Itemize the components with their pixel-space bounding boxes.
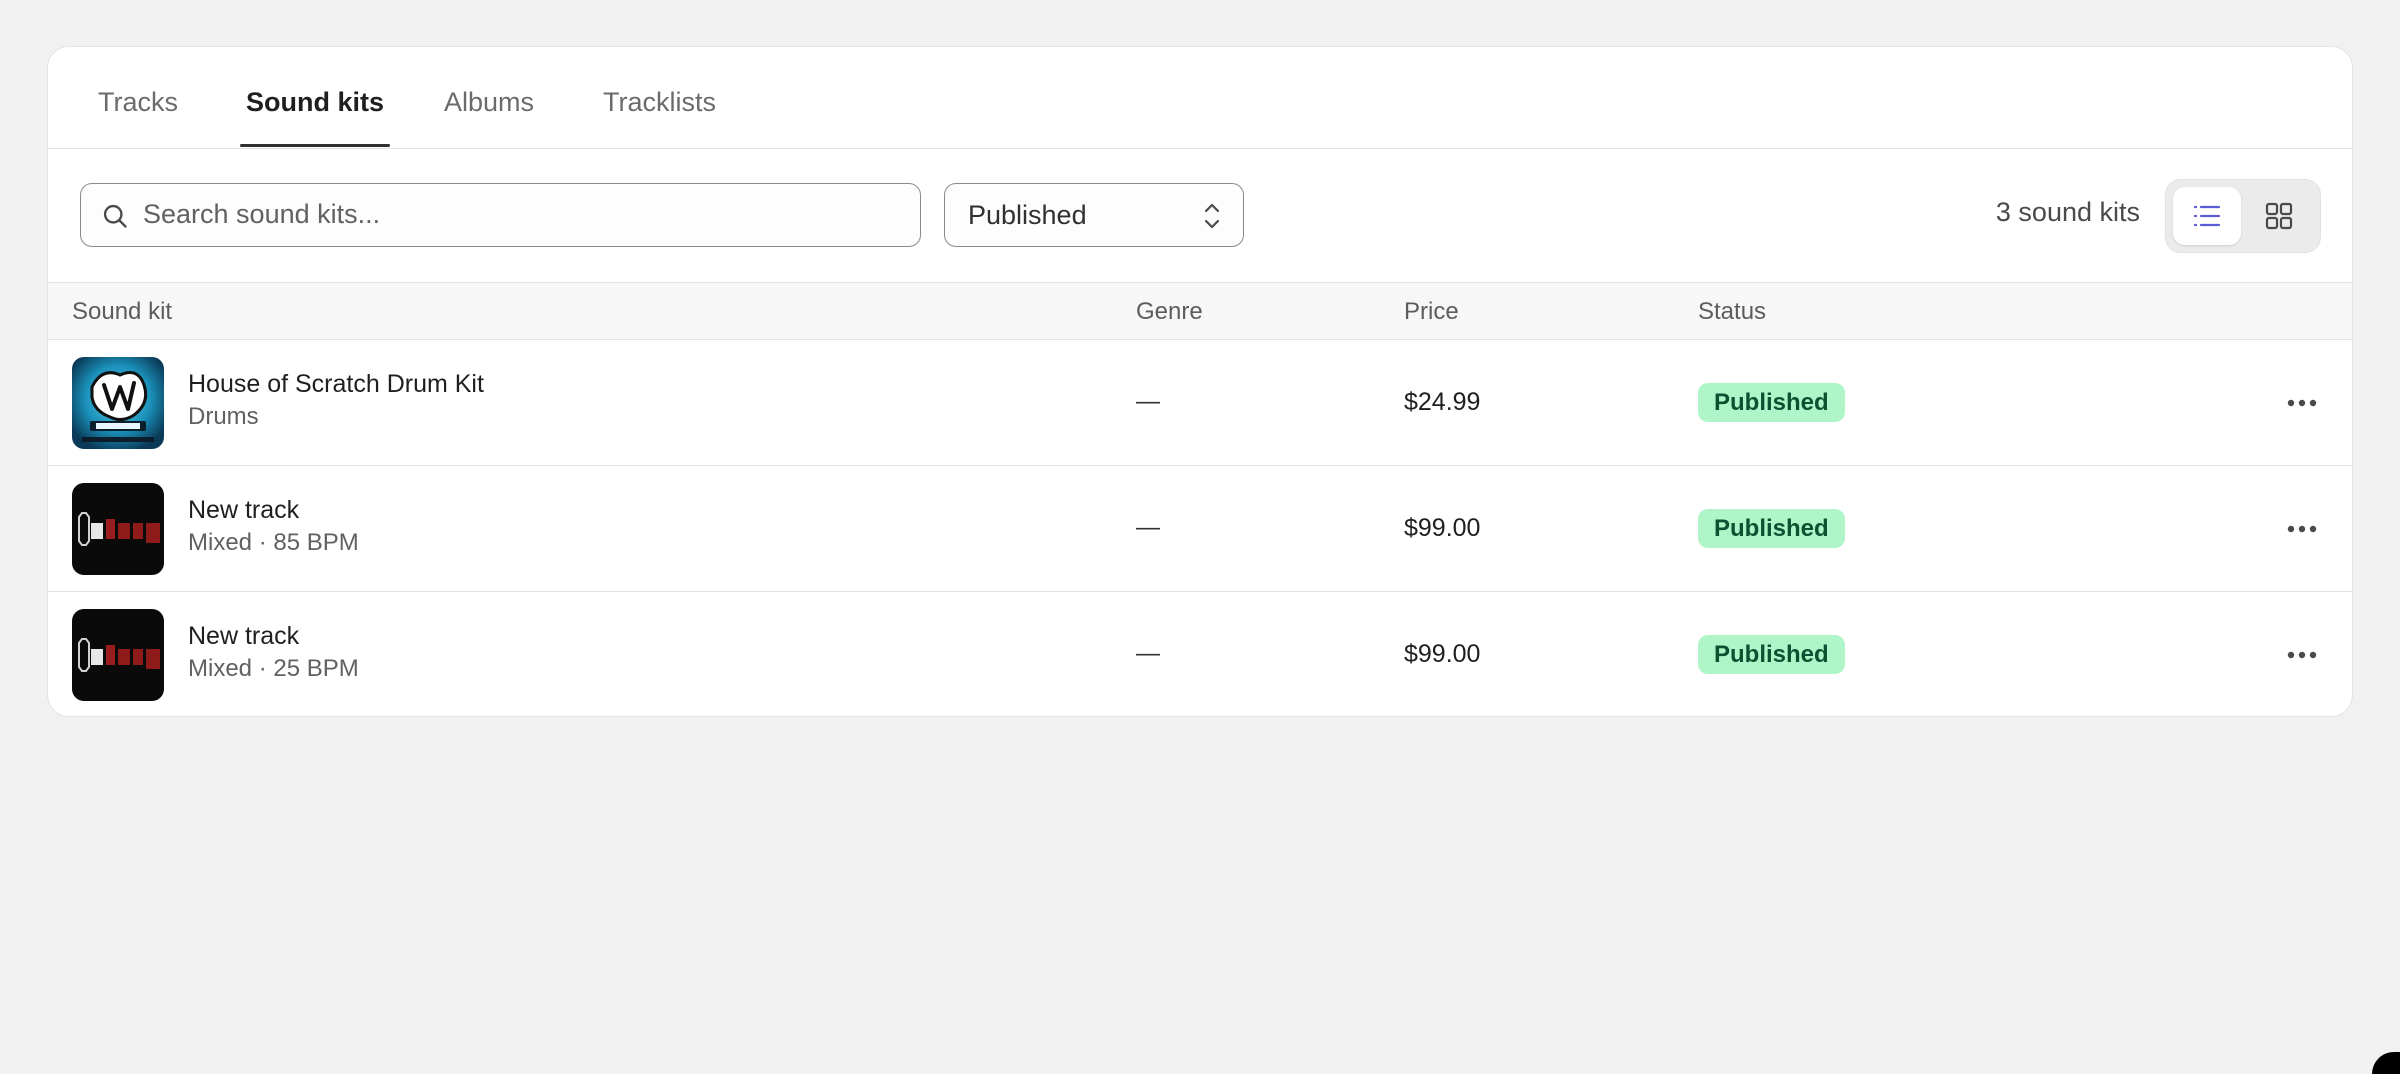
more-horizontal-icon	[2287, 399, 2317, 407]
status-filter-value: Published	[968, 200, 1087, 230]
more-actions-button[interactable]	[2282, 635, 2322, 675]
more-actions-button[interactable]	[2282, 383, 2322, 423]
more-horizontal-icon	[2287, 651, 2317, 659]
row-subtitle: Drums	[188, 403, 259, 430]
table-row[interactable]: New track Mixed · 85 BPM — $99.00 Publis…	[48, 466, 2352, 592]
status-badge: Published	[1698, 509, 1845, 548]
row-genre: —	[1136, 514, 1160, 541]
row-subtitle: Mixed · 85 BPM	[188, 529, 359, 556]
search-field[interactable]	[80, 183, 921, 247]
row-price: $99.00	[1404, 514, 1481, 542]
tab-tracklists[interactable]: Tracklists	[603, 87, 716, 118]
tab-bar: Tracks Sound kits Albums Tracklists	[48, 47, 2352, 149]
chevron-updown-icon	[1204, 203, 1220, 229]
tab-sound-kits[interactable]: Sound kits	[246, 87, 384, 118]
search-icon	[103, 204, 127, 228]
toolbar: Published 3 sound kits	[48, 149, 2352, 282]
row-genre: —	[1136, 388, 1160, 415]
table-header: Sound kit Genre Price Status	[48, 282, 2352, 340]
search-input[interactable]	[143, 184, 903, 245]
grid-view-button[interactable]	[2245, 187, 2313, 245]
row-title[interactable]: New track	[188, 622, 299, 651]
column-header-sound-kit[interactable]: Sound kit	[72, 298, 172, 326]
column-header-genre[interactable]: Genre	[1136, 298, 1203, 326]
row-title[interactable]: New track	[188, 496, 299, 525]
results-count: 3 sound kits	[1995, 197, 2140, 227]
more-actions-button[interactable]	[2282, 509, 2322, 549]
column-header-price[interactable]: Price	[1404, 298, 1459, 326]
row-title[interactable]: House of Scratch Drum Kit	[188, 370, 484, 399]
table-row[interactable]: New track Mixed · 25 BPM — $99.00 Publis…	[48, 592, 2352, 716]
sound-kits-card: Tracks Sound kits Albums Tracklists Publ…	[47, 46, 2353, 717]
view-toggle	[2165, 179, 2321, 253]
status-badge: Published	[1698, 635, 1845, 674]
row-price: $99.00	[1404, 640, 1481, 668]
row-genre: —	[1136, 640, 1160, 667]
list-view-button[interactable]	[2173, 187, 2241, 245]
grid-icon	[2265, 202, 2293, 230]
lamorgue-artwork	[72, 609, 164, 701]
active-tab-indicator	[240, 144, 390, 147]
table-row[interactable]: House of Scratch Drum Kit Drums — $24.99…	[48, 340, 2352, 466]
status-badge: Published	[1698, 383, 1845, 422]
status-filter-select[interactable]: Published	[944, 183, 1244, 247]
column-header-status[interactable]: Status	[1698, 298, 1766, 326]
house-of-scratch-artwork	[72, 357, 164, 449]
row-subtitle: Mixed · 25 BPM	[188, 655, 359, 682]
lamorgue-artwork	[72, 483, 164, 575]
tab-albums[interactable]: Albums	[444, 87, 534, 118]
more-horizontal-icon	[2287, 525, 2317, 533]
list-icon	[2193, 205, 2221, 227]
tab-tracks[interactable]: Tracks	[98, 87, 178, 118]
row-price: $24.99	[1404, 388, 1481, 416]
window-corner	[2372, 1052, 2400, 1074]
